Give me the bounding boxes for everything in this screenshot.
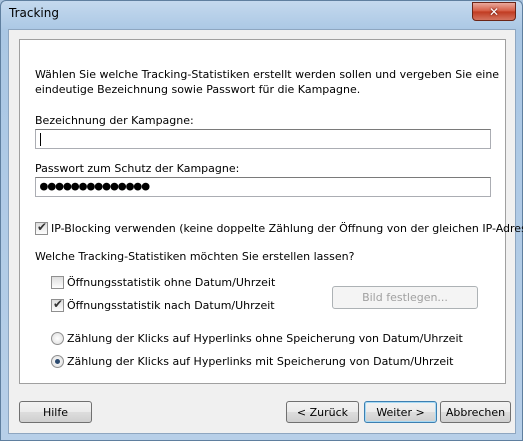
ip-blocking-checkbox[interactable]: ✔ [35, 220, 48, 235]
close-button[interactable]: ✕ [472, 2, 516, 21]
stats-question: Welche Tracking-Statistiken möchten Sie … [35, 250, 355, 263]
clicks-no-date-label: Zählung der Klicks auf Hyperlinks ohne S… [67, 332, 463, 345]
help-button[interactable]: Hilfe [19, 401, 92, 423]
open-with-date-checkbox[interactable]: ✔ [51, 297, 64, 312]
campaign-name-input[interactable] [35, 129, 491, 149]
checkmark-icon: ✔ [53, 297, 64, 311]
password-input[interactable]: ●●●●●●●●●●●●●● [35, 177, 491, 197]
open-no-date-checkbox[interactable] [51, 276, 64, 289]
clicks-with-date-label: Zählung der Klicks auf Hyperlinks mit Sp… [67, 355, 454, 368]
clicks-with-date-radio[interactable] [51, 355, 64, 368]
open-with-date-label: Öffnungsstatistik nach Datum/Uhrzeit [67, 299, 275, 312]
radio-selected-dot [55, 359, 60, 364]
checkmark-icon: ✔ [37, 220, 48, 234]
password-label: Passwort zum Schutz der Kampagne: [35, 162, 240, 175]
content-panel: Wählen Sie welche Tracking-Statistiken e… [19, 39, 523, 384]
next-button[interactable]: Weiter > [364, 401, 437, 423]
close-icon: ✕ [488, 4, 500, 19]
clicks-no-date-radio[interactable] [51, 332, 64, 345]
back-button[interactable]: < Zurück [286, 401, 359, 423]
cancel-button[interactable]: Abbrechen [440, 401, 511, 423]
dialog-window: Tracking ✕ Wählen Sie welche Tracking-St… [0, 0, 523, 441]
ip-blocking-label: IP-Blocking verwenden (keine doppelte Zä… [51, 222, 523, 235]
set-image-button[interactable]: Bild festlegen... [332, 286, 478, 309]
window-title: Tracking [9, 6, 59, 20]
text-caret [40, 133, 41, 146]
background-window-text [61, 4, 361, 30]
intro-text: Wählen Sie welche Tracking-Statistiken e… [35, 68, 500, 96]
dialog-client-area: Wählen Sie welche Tracking-Statistiken e… [8, 29, 523, 434]
campaign-name-label: Bezeichnung der Kampagne: [35, 114, 194, 127]
open-no-date-label: Öffnungsstatistik ohne Datum/Uhrzeit [67, 276, 276, 289]
